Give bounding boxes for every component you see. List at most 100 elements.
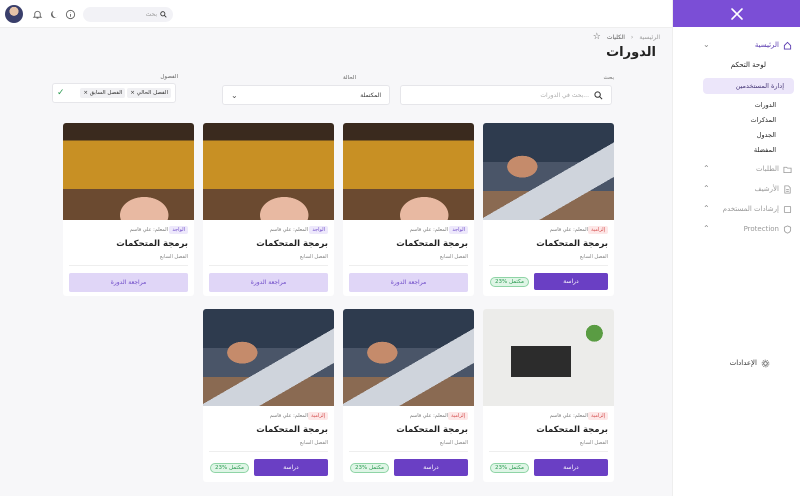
season-chip-current[interactable]: × الفصل الحالي [127, 88, 171, 98]
chevron-up-icon[interactable]: ⌃ [703, 164, 710, 173]
course-title[interactable]: برمجة المتحكمات [116, 239, 188, 249]
sidebar-item-requests[interactable]: الطلبات [703, 162, 792, 176]
info-icon[interactable] [64, 8, 76, 20]
status-label: الحالة [342, 75, 356, 81]
course-card[interactable]: إلزامية المعلم: علي قاسم برمجة المتحكمات… [483, 123, 614, 296]
gear-icon [761, 359, 770, 367]
sidebar-item-user-management[interactable]: إدارة المستخدمين [703, 78, 794, 94]
course-season: الفصل السابع [439, 440, 468, 446]
course-card[interactable]: إلزامية المعلم: علي قاسم برمجة المتحكمات… [343, 309, 474, 482]
study-button[interactable]: دراسة [394, 459, 468, 476]
course-card[interactable]: الواجد المعلم: علي قاسم برمجة المتحكمات … [63, 123, 194, 296]
sidebar-requests-label: الطلبات [756, 165, 779, 173]
card-divider [349, 451, 468, 452]
star-icon[interactable]: ☆ [593, 32, 601, 42]
breadcrumb-home[interactable]: الرئيسية [639, 34, 660, 41]
sidebar-item-protection[interactable]: Protection [703, 222, 792, 236]
course-season: الفصل السابع [579, 440, 608, 446]
study-button[interactable]: دراسة [534, 459, 608, 476]
sidebar-item-favorites[interactable]: المفضلة [754, 146, 776, 154]
folder-icon [783, 166, 792, 173]
course-badge: الواجد [309, 226, 328, 234]
course-image [483, 309, 614, 406]
course-teacher: المعلم: علي قاسم [129, 227, 168, 233]
course-search-input[interactable]: بحث في الدورات... [400, 85, 612, 105]
card-divider [349, 265, 468, 266]
course-card[interactable]: الواجد المعلم: علي قاسم برمجة المتحكمات … [343, 123, 474, 296]
breadcrumb-separator: › [630, 33, 634, 41]
card-divider [69, 265, 188, 266]
chevron-up-icon[interactable]: ⌃ [703, 204, 710, 213]
chevron-up-icon[interactable]: ⌃ [703, 224, 710, 233]
course-title[interactable]: برمجة المتحكمات [536, 239, 608, 249]
review-course-button[interactable]: مراجعة الدورة [209, 273, 328, 292]
course-image [483, 123, 614, 220]
course-title[interactable]: برمجة المتحكمات [396, 425, 468, 435]
season-chip-previous[interactable]: × الفصل السابق [80, 88, 126, 98]
chevron-up-icon[interactable]: ⌃ [703, 184, 710, 193]
course-teacher: المعلم: علي قاسم [409, 413, 448, 419]
document-icon [784, 184, 791, 194]
page-title: الدورات [606, 45, 656, 60]
course-season: الفصل السابع [299, 440, 328, 446]
sidebar-archive-label: الأرشيف [754, 185, 779, 193]
course-title[interactable]: برمجة المتحكمات [256, 239, 328, 249]
course-badge: الواجد [449, 226, 468, 234]
course-image [343, 309, 474, 406]
course-badge: إلزامية [588, 412, 608, 420]
study-button[interactable]: دراسة [534, 273, 608, 290]
sidebar-item-user-guide[interactable]: إرشادات المستخدم [703, 202, 792, 216]
sidebar-item-home[interactable]: الرئيسية [703, 38, 792, 52]
season-multiselect[interactable]: ✓ × الفصل السابق × الفصل الحالي [52, 83, 176, 103]
course-card[interactable]: الواجد المعلم: علي قاسم برمجة المتحكمات … [203, 123, 334, 296]
card-divider [209, 265, 328, 266]
course-season: الفصل السابع [159, 254, 188, 260]
review-course-button[interactable]: مراجعة الدورة [349, 273, 468, 292]
sidebar-settings-label: الإعدادات [729, 359, 757, 367]
sidebar-item-dashboard[interactable]: لوحة التحكم [731, 61, 766, 69]
bell-icon[interactable] [31, 8, 43, 20]
course-teacher: المعلم: علي قاسم [549, 227, 588, 233]
card-divider [489, 451, 608, 452]
search-label: بحث [603, 75, 614, 81]
sidebar-protection-label: Protection [743, 225, 779, 233]
course-title[interactable]: برمجة المتحكمات [256, 425, 328, 435]
brand-logo[interactable] [673, 0, 800, 27]
sidebar: الرئيسية ⌄ لوحة التحكم إدارة المستخدمين … [672, 0, 800, 496]
header-search-placeholder: بحث [145, 11, 157, 18]
course-teacher: المعلم: علي قاسم [269, 413, 308, 419]
sidebar-home-label: الرئيسية [754, 41, 779, 49]
season-label: الفصول [160, 74, 178, 80]
search-icon [594, 90, 603, 99]
avatar[interactable] [5, 5, 23, 23]
course-teacher: المعلم: علي قاسم [269, 227, 308, 233]
sidebar-item-archive[interactable]: الأرشيف [703, 182, 792, 196]
course-title[interactable]: برمجة المتحكمات [536, 425, 608, 435]
breadcrumb-colleges[interactable]: الكليات [607, 34, 625, 41]
study-button[interactable]: دراسة [254, 459, 328, 476]
course-title[interactable]: برمجة المتحكمات [396, 239, 468, 249]
sidebar-item-courses[interactable]: الدورات [755, 101, 776, 109]
logo-icon [731, 7, 743, 20]
sidebar-item-settings[interactable]: الإعدادات [713, 356, 770, 370]
course-teacher: المعلم: علي قاسم [549, 413, 588, 419]
sidebar-item-schedule[interactable]: الجدول [757, 131, 776, 139]
review-course-button[interactable]: مراجعة الدورة [69, 273, 188, 292]
course-image [203, 123, 334, 220]
chevron-down-icon[interactable]: ⌄ [703, 40, 710, 49]
check-icon[interactable]: ✓ [57, 88, 65, 98]
course-season: الفصل السابع [579, 254, 608, 260]
season-chip-current-label: الفصل الحالي [136, 90, 168, 96]
progress-badge: 23% مكتمل [210, 463, 249, 473]
sidebar-item-notes[interactable]: المذكرات [750, 116, 776, 124]
course-search-placeholder: بحث في الدورات... [540, 91, 589, 99]
status-select[interactable]: ⌄ المكتملة [222, 85, 390, 105]
status-value: المكتملة [360, 91, 381, 99]
course-card[interactable]: إلزامية المعلم: علي قاسم برمجة المتحكمات… [483, 309, 614, 482]
header-search[interactable]: بحث [83, 7, 173, 22]
course-image [203, 309, 334, 406]
top-bar: بحث [0, 0, 672, 28]
chevron-down-icon: ⌄ [231, 90, 238, 100]
moon-icon[interactable] [48, 8, 60, 20]
course-card[interactable]: إلزامية المعلم: علي قاسم برمجة المتحكمات… [203, 309, 334, 482]
